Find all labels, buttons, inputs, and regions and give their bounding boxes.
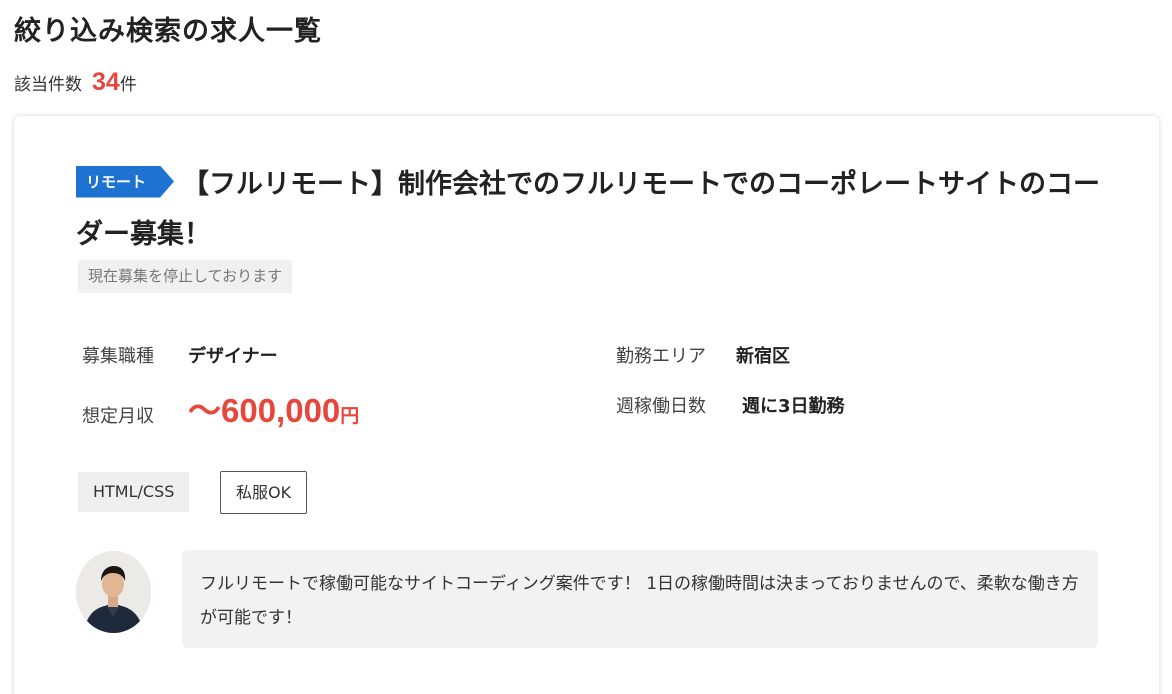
job-card[interactable]: リモート 【フルリモート】制作会社でのフルリモートでのコーポレートサイトのコーダー… (14, 116, 1159, 694)
job-title[interactable]: リモート 【フルリモート】制作会社でのフルリモートでのコーポレートサイトのコーダー… (76, 160, 1106, 260)
spec-workdays-label: 週稼働日数 (616, 396, 706, 417)
result-count-label: 該当件数 (14, 75, 82, 95)
result-count-unit: 件 (119, 75, 137, 95)
spec-area-value: 新宿区 (736, 346, 790, 367)
page: 絞り込み検索の求人一覧 該当件数 34 件 リモート 【フルリモート】制作会社での… (0, 0, 1172, 694)
remote-badge: リモート (76, 166, 174, 198)
spec-salary: 想定月収 〜600,000 円 (82, 384, 359, 432)
recruiter-avatar (76, 551, 151, 633)
spec-workdays: 週稼働日数 週に3日勤務 (616, 392, 845, 418)
job-title-area: リモート 【フルリモート】制作会社でのフルリモートでのコーポレートサイトのコーダー… (76, 160, 1106, 260)
result-count-number: 34 (92, 68, 120, 96)
result-count: 該当件数 34 件 (14, 68, 137, 102)
spec-salary-value: 〜600,000 (188, 392, 341, 429)
page-title: 絞り込み検索の求人一覧 (14, 16, 322, 47)
recruiter-message: フルリモートで稼働可能なサイトコーディング案件です！ 1日の稼働時間は決まってお… (182, 550, 1098, 648)
person-avatar-icon (76, 551, 151, 633)
spec-job-type: 募集職種 デザイナー (82, 342, 278, 368)
spec-job-type-label: 募集職種 (82, 346, 154, 367)
spec-job-type-value: デザイナー (188, 346, 278, 367)
job-title-text[interactable]: 【フルリモート】制作会社でのフルリモートでのコーポレートサイトのコーダー募集！ (76, 169, 1100, 250)
spec-salary-unit: 円 (340, 405, 360, 427)
tag-skill: HTML/CSS (78, 472, 190, 512)
spec-area: 勤務エリア 新宿区 (616, 342, 790, 368)
spec-area-label: 勤務エリア (616, 346, 706, 367)
recruitment-status: 現在募集を停止しております (78, 260, 293, 293)
tag-dress-code: 私服OK (220, 471, 308, 514)
spec-workdays-value: 週に3日勤務 (742, 396, 845, 417)
spec-salary-label: 想定月収 (82, 406, 154, 427)
